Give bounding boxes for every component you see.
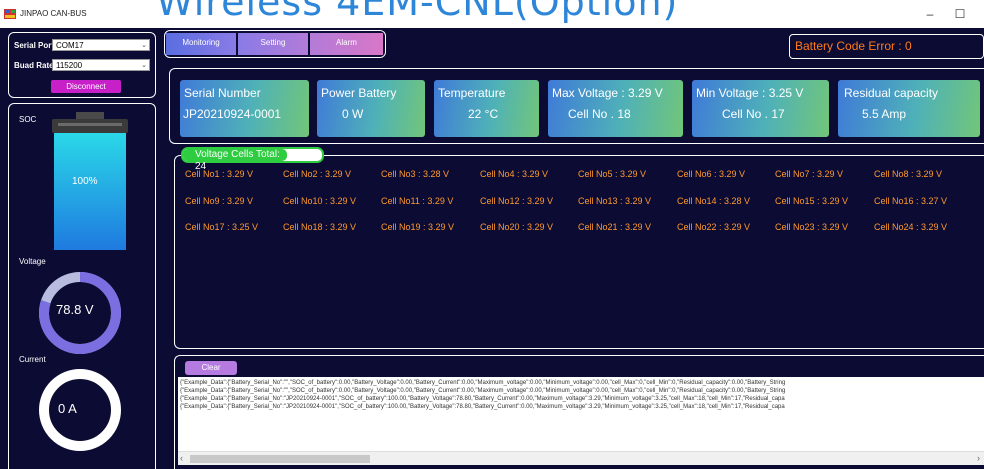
cell-voltage-item: Cell No18 : 3.29 V	[283, 222, 357, 232]
card-min-voltage: Min Voltage : 3.25 V Cell No . 17	[692, 80, 829, 137]
log-line: {"Example_Data":{"Battery_Serial_No":"",…	[180, 388, 786, 394]
cell-voltage-item: Cell No2 : 3.29 V	[283, 169, 352, 179]
cell-voltage-item: Cell No15 : 3.29 V	[775, 196, 849, 206]
tab-monitoring[interactable]: Monitoring	[166, 33, 236, 55]
cell-voltage-item: Cell No17 : 3.25 V	[185, 222, 259, 232]
cell-voltage-item: Cell No19 : 3.29 V	[381, 222, 455, 232]
maximize-button[interactable]: ☐	[950, 6, 970, 22]
card-value: JP20210924-0001	[183, 107, 282, 121]
battery-code-error: Battery Code Error : 0	[789, 34, 984, 59]
cell-voltage-item: Cell No22 : 3.29 V	[677, 222, 751, 232]
cell-voltage-item: Cell No1 : 3.29 V	[185, 169, 254, 179]
card-power-battery: Power Battery 0 W	[317, 80, 425, 137]
cell-voltage-item: Cell No7 : 3.29 V	[775, 169, 844, 179]
card-title: Residual capacity	[844, 86, 939, 100]
card-value: 22 °C	[468, 107, 499, 121]
card-serial-number: Serial Number JP20210924-0001	[180, 80, 309, 137]
chevron-down-icon: ⌄	[141, 62, 147, 69]
title-bar: JINPAO CAN-BUS Wireless 4EM-CNL(Option) …	[0, 0, 984, 28]
cell-voltage-item: Cell No8 : 3.29 V	[874, 169, 943, 179]
cell-voltage-item: Cell No20 : 3.29 V	[480, 222, 554, 232]
card-value: Cell No . 18	[568, 107, 631, 121]
log-line: {"Example_Data":{"Battery_Serial_No":"",…	[180, 380, 786, 386]
voltage-cells-panel	[174, 155, 984, 349]
card-residual-capacity: Residual capacity 5.5 Amp	[838, 80, 980, 137]
cell-voltage-item: Cell No5 : 3.29 V	[578, 169, 647, 179]
scroll-right-icon[interactable]: ›	[977, 453, 980, 463]
card-title: Min Voltage : 3.25 V	[696, 86, 804, 100]
card-temperature: Temperature 22 °C	[434, 80, 539, 137]
baud-rate-label: Buad Rate	[14, 61, 54, 70]
current-gauge	[39, 369, 121, 451]
app-window: JINPAO CAN-BUS Wireless 4EM-CNL(Option) …	[0, 0, 984, 469]
cell-voltage-item: Cell No21 : 3.29 V	[578, 222, 652, 232]
log-horizontal-scrollbar[interactable]: ‹ ›	[178, 451, 984, 465]
cell-voltage-item: Cell No9 : 3.29 V	[185, 196, 254, 206]
voltage-value: 78.8 V	[56, 302, 94, 317]
cell-voltage-item: Cell No10 : 3.29 V	[283, 196, 357, 206]
cell-voltage-item: Cell No24 : 3.29 V	[874, 222, 948, 232]
cell-voltage-item: Cell No4 : 3.29 V	[480, 169, 549, 179]
soc-value: 100%	[72, 176, 98, 187]
card-value: 0 W	[342, 107, 364, 121]
scroll-left-icon[interactable]: ‹	[180, 453, 183, 463]
log-line: {"Example_Data":{"Battery_Serial_No":"JP…	[180, 396, 785, 402]
cell-voltage-item: Cell No12 : 3.29 V	[480, 196, 554, 206]
card-value: 5.5 Amp	[862, 107, 907, 121]
scrollbar-thumb[interactable]	[190, 455, 370, 463]
minimize-button[interactable]: –	[920, 6, 940, 22]
chevron-down-icon: ⌄	[141, 42, 147, 49]
disconnect-button[interactable]: Disconnect	[51, 80, 121, 93]
voltage-label: Voltage	[19, 257, 46, 266]
soc-label: SOC	[19, 115, 37, 124]
tab-alarm[interactable]: Alarm	[310, 33, 383, 55]
serial-port-value: COM17	[56, 41, 84, 50]
baud-rate-select[interactable]: 115200 ⌄	[52, 59, 150, 71]
voltage-cells-tag: Voltage Cells Total: 24	[181, 147, 324, 172]
serial-port-label: Serial Port	[14, 41, 55, 50]
serial-port-select[interactable]: COM17 ⌄	[52, 39, 150, 51]
overlay-title: Wireless 4EM-CNL(Option)	[156, 0, 679, 24]
cell-voltage-item: Cell No13 : 3.29 V	[578, 196, 652, 206]
cell-voltage-item: Cell No14 : 3.28 V	[677, 196, 751, 206]
cell-voltage-item: Cell No23 : 3.29 V	[775, 222, 849, 232]
card-max-voltage: Max Voltage : 3.29 V Cell No . 18	[548, 80, 683, 137]
log-line: {"Example_Data":{"Battery_Serial_No":"JP…	[180, 404, 785, 410]
card-value: Cell No . 17	[722, 107, 785, 121]
cell-voltage-item: Cell No11 : 3.29 V	[381, 196, 454, 206]
cell-voltage-item: Cell No6 : 3.29 V	[677, 169, 746, 179]
tab-setting[interactable]: Setting	[238, 33, 308, 55]
card-title: Serial Number	[184, 86, 261, 100]
cell-voltage-item: Cell No3 : 3.28 V	[381, 169, 450, 179]
voltage-cells-total: Voltage Cells Total: 24	[183, 149, 287, 172]
card-title: Max Voltage : 3.29 V	[552, 86, 663, 100]
current-label: Current	[19, 355, 46, 364]
clear-button[interactable]: Clear	[185, 361, 237, 375]
cell-voltage-item: Cell No16 : 3.27 V	[874, 196, 948, 206]
app-icon	[4, 9, 16, 19]
log-textarea[interactable]: {"Example_Data":{"Battery_Serial_No":"",…	[178, 377, 984, 457]
baud-rate-value: 115200	[56, 61, 83, 70]
window-title: JINPAO CAN-BUS	[20, 9, 87, 18]
current-value: 0 A	[58, 401, 77, 416]
card-title: Temperature	[438, 86, 506, 100]
card-title: Power Battery	[321, 86, 397, 100]
